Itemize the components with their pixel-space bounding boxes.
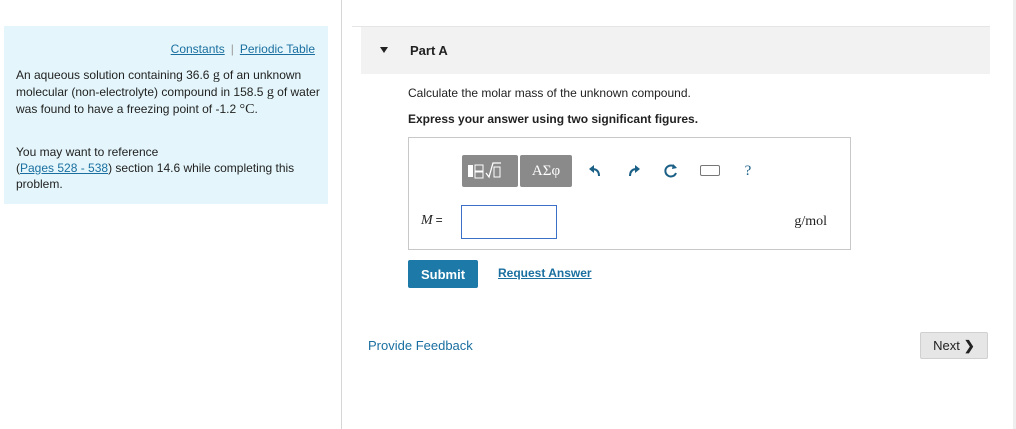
periodic-table-link[interactable]: Periodic Table bbox=[240, 42, 315, 56]
collapse-triangle-icon[interactable] bbox=[380, 47, 388, 53]
provide-feedback-link[interactable]: Provide Feedback bbox=[368, 338, 473, 353]
reference-text: You may want to reference (Pages 528 - 5… bbox=[16, 145, 295, 191]
submit-button[interactable]: Submit bbox=[408, 260, 478, 288]
unit-label: g/mol bbox=[794, 214, 827, 229]
molar-mass-input[interactable] bbox=[461, 205, 557, 239]
vertical-divider bbox=[341, 0, 342, 429]
part-title: Part A bbox=[410, 43, 448, 58]
pages-link[interactable]: Pages 528 - 538 bbox=[20, 161, 108, 175]
help-icon[interactable]: ? bbox=[740, 163, 756, 179]
redo-icon[interactable] bbox=[626, 163, 642, 179]
problem-text: An aqueous solution containing 36.6 g of… bbox=[16, 68, 320, 117]
answer-box: ΑΣφ ? M = g/mol bbox=[408, 137, 851, 250]
undo-icon[interactable] bbox=[587, 163, 603, 179]
instruction-text: Express your answer using two significan… bbox=[408, 112, 699, 126]
problem-panel: Constants | Periodic Table An aqueous solu… bbox=[4, 26, 328, 204]
next-button[interactable]: Next ❯ bbox=[920, 332, 988, 359]
part-a-header[interactable]: Part A bbox=[361, 27, 990, 74]
request-answer-link[interactable]: Request Answer bbox=[498, 266, 592, 280]
constants-link[interactable]: Constants bbox=[171, 42, 225, 56]
templates-button[interactable] bbox=[462, 155, 518, 187]
next-label: Next bbox=[933, 338, 960, 353]
variable-label: M = bbox=[421, 213, 443, 228]
chevron-right-icon: ❯ bbox=[963, 337, 975, 353]
question-text: Calculate the molar mass of the unknown … bbox=[408, 86, 691, 100]
greek-symbols-button[interactable]: ΑΣφ bbox=[520, 155, 572, 187]
templates-icon bbox=[468, 162, 501, 179]
link-separator: | bbox=[230, 42, 234, 56]
reset-icon[interactable] bbox=[663, 163, 679, 179]
keyboard-icon[interactable] bbox=[700, 165, 720, 176]
resource-links: Constants | Periodic Table bbox=[171, 42, 315, 56]
